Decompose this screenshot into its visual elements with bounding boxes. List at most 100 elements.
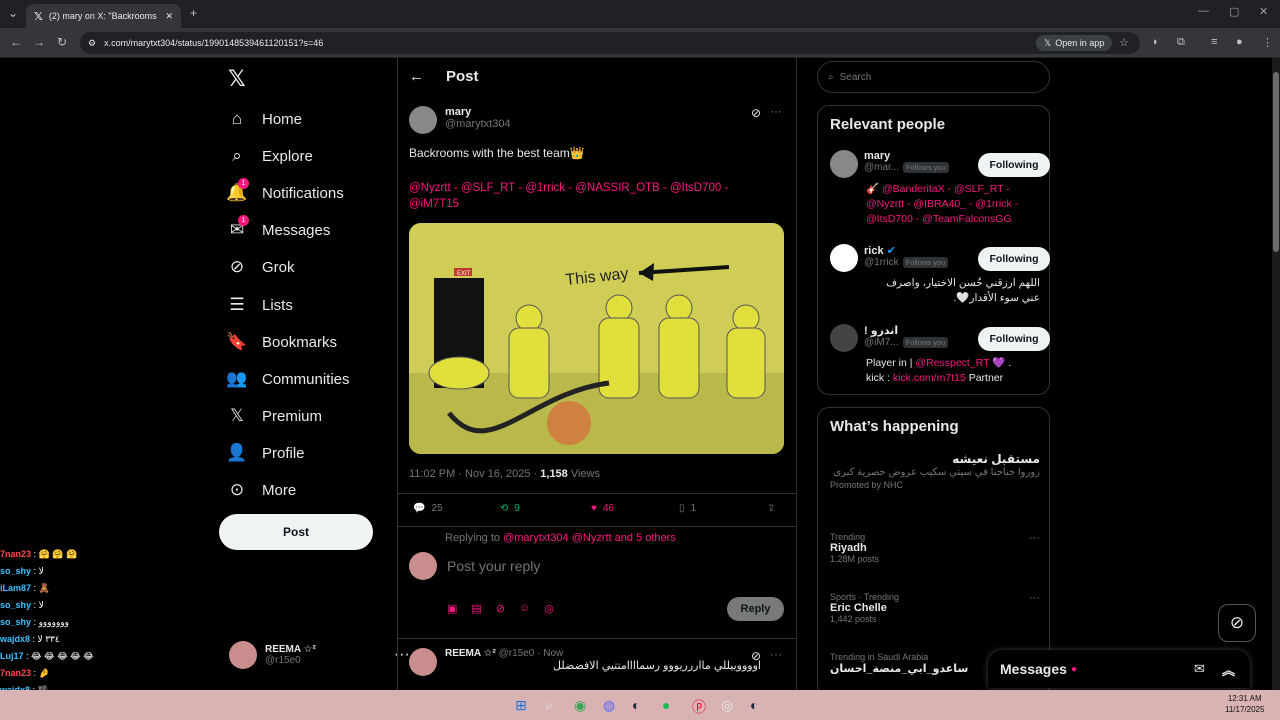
expand-icon[interactable]: ︽ (1222, 660, 1235, 679)
bio-link[interactable]: @Resspect_RT (915, 357, 989, 369)
nav-item-bookmarks[interactable]: 🔖 Bookmarks (226, 329, 337, 355)
steam-icon[interactable]: ◐ (750, 697, 758, 713)
promoted-trend[interactable]: مستقبل نعيشه زوروا جناحنا في سيتي سكيب ع… (830, 452, 1040, 490)
scrollbar-thumb[interactable] (1273, 72, 1279, 252)
back-icon[interactable]: ← (10, 35, 22, 49)
obs-icon[interactable]: ◎ (721, 697, 733, 714)
account-switcher[interactable]: REEMA ☆² @r15e0 ··· (229, 641, 410, 669)
person-handle[interactable]: @mar... (864, 162, 899, 173)
like-action[interactable]: ♥ 46 (591, 503, 614, 514)
new-message-icon[interactable]: ✉ (1194, 661, 1205, 677)
trend-item[interactable]: Trending Riyadh 1.28M posts ··· (830, 532, 1040, 564)
nav-item-more[interactable]: ⊙ More (226, 477, 296, 503)
emoji-icon[interactable]: ☺ (519, 602, 530, 615)
nav-item-home[interactable]: ⌂ Home (226, 106, 302, 132)
reply-post[interactable]: REEMA ☆² @r15e0 · Now اووووييللي مااررري… (409, 648, 761, 676)
scrollbar[interactable] (1272, 58, 1280, 690)
post-timestamp[interactable]: 11:02 PM · Nov 16, 2025 · (409, 468, 540, 480)
share-icon[interactable]: ⇪ (767, 503, 775, 514)
nav-item-messages[interactable]: ✉ 1 Messages (226, 215, 330, 243)
person-name[interactable]: ! اندرو (864, 324, 948, 337)
person-card[interactable]: rick ✔ @1rrick Follows you Following اللهم… (830, 244, 1050, 306)
nav-item-explore[interactable]: ⌕ Explore (226, 143, 313, 169)
reload-icon[interactable]: ↻ (57, 35, 67, 49)
avatar[interactable] (830, 324, 858, 352)
more-dots-icon[interactable]: ··· (1029, 592, 1040, 604)
more-dots-icon[interactable]: ··· (770, 104, 782, 118)
chrome-icon[interactable]: ◉ (574, 697, 586, 714)
bookmark-action[interactable]: ▯ 1 (679, 503, 696, 514)
profile-icon[interactable]: ● (1236, 36, 1243, 48)
discord-icon[interactable]: ◍ (603, 697, 615, 714)
reply-author[interactable]: REEMA ☆² (445, 648, 496, 659)
pinterest-icon[interactable]: ⓟ (692, 697, 706, 717)
reply-composer[interactable]: Post your reply (409, 552, 540, 580)
replying-to-users[interactable]: @marytxt304 @Nyzrtt and 5 others (503, 532, 676, 544)
reply-time[interactable]: · Now (537, 648, 563, 659)
post-button[interactable]: Post (219, 514, 373, 550)
site-info-icon[interactable]: ⚙ (88, 38, 96, 49)
person-handle[interactable]: @1rrick (864, 257, 899, 268)
person-name[interactable]: rick (864, 245, 884, 257)
person-name[interactable]: mary (864, 150, 949, 162)
author-handle[interactable]: @marytxt304 (445, 118, 511, 130)
person-card[interactable]: ! اندرو @iM7... Follows you Following Play… (830, 324, 1050, 386)
new-tab-icon[interactable]: + (190, 6, 197, 20)
post-mentions[interactable]: @Nyzrtt - @SLF_RT - @1rrick - @NASSIR_OT… (409, 180, 779, 212)
search-input[interactable]: ⌕ Search (817, 61, 1050, 93)
gif-icon[interactable]: ▤ (471, 602, 481, 615)
nav-item-premium[interactable]: 𝕏 Premium (226, 403, 322, 429)
reply-input[interactable]: Post your reply (447, 558, 540, 574)
avatar[interactable] (830, 244, 858, 272)
person-handle[interactable]: @iM7... (864, 337, 899, 348)
tab-search-icon[interactable]: ⌄ (8, 6, 18, 20)
close-window-icon[interactable]: ✕ (1259, 5, 1268, 18)
minimize-icon[interactable]: — (1198, 5, 1209, 17)
browser-tab[interactable]: 𝕏 (2) mary on X: "Backrooms with ✕ (26, 4, 181, 28)
puzzle-icon[interactable]: ⧉ (1177, 36, 1185, 49)
nav-item-lists[interactable]: ☰ Lists (226, 292, 292, 318)
messages-drawer[interactable]: Messages ● ✉ ︽ (988, 650, 1250, 688)
reply-handle[interactable]: @r15e0 (499, 648, 535, 659)
nav-item-notifications[interactable]: 🔔 1 Notifications (226, 178, 344, 206)
reply-action[interactable]: 💬 25 (413, 503, 443, 514)
open-in-app-button[interactable]: 𝕏 Open in app (1036, 35, 1113, 51)
post-author[interactable]: mary @marytxt304 (409, 106, 511, 134)
x-logo[interactable]: 𝕏 (228, 66, 246, 92)
image-icon[interactable]: ▣ (447, 602, 457, 615)
system-clock[interactable]: 12:31 AM 11/17/2025 (1225, 693, 1264, 715)
forward-icon[interactable]: → (33, 35, 45, 49)
repost-action[interactable]: ⟲ 9 (500, 503, 520, 514)
more-dots-icon[interactable]: ··· (770, 647, 782, 661)
extension-icon[interactable]: ◗ (1152, 36, 1159, 48)
restore-icon[interactable]: ▢ (1229, 5, 1239, 18)
steam-icon[interactable]: ◐ (632, 697, 640, 713)
following-button[interactable]: Following (978, 327, 1050, 351)
nav-item-profile[interactable]: 👤 Profile (226, 440, 304, 466)
nav-item-communities[interactable]: 👥 Communities (226, 366, 349, 392)
grok-icon[interactable]: ⊘ (751, 106, 761, 120)
back-arrow-icon[interactable]: ← (409, 68, 424, 85)
following-button[interactable]: Following (978, 247, 1050, 271)
start-icon[interactable]: ⊞ (515, 697, 527, 714)
person-card[interactable]: mary @mar... Follows you Following 🎸 @Band… (830, 150, 1050, 227)
author-name[interactable]: mary (445, 106, 511, 118)
more-dots-icon[interactable]: ··· (1029, 532, 1040, 544)
location-icon[interactable]: ◎ (544, 602, 554, 615)
person-bio[interactable]: @BanderitaX - @SLF_RT - @Nyzrtt - @IBRA4… (866, 183, 1018, 225)
avatar[interactable] (409, 106, 437, 134)
avatar[interactable] (409, 648, 437, 676)
star-icon[interactable]: ☆ (1119, 36, 1129, 49)
grok-icon[interactable]: ⊘ (751, 649, 761, 663)
media-icon[interactable]: ≡ (1211, 36, 1217, 48)
nav-item-grok[interactable]: ⊘ Grok (226, 254, 295, 280)
menu-icon[interactable]: ⋮ (1262, 36, 1273, 49)
tab-close-icon[interactable]: ✕ (165, 11, 173, 22)
grok-fab-icon[interactable]: ⊘ (1218, 604, 1256, 642)
trend-item[interactable]: Sports · Trending Eric Chelle 1,442 post… (830, 592, 1040, 624)
bio-link[interactable]: kick.com/m7t15 (893, 372, 966, 384)
reply-button[interactable]: Reply (727, 597, 784, 621)
search-icon[interactable]: ⌕ (545, 697, 553, 714)
grok-icon[interactable]: ⊘ (496, 602, 505, 615)
post-image[interactable]: EXIT This way (409, 223, 784, 454)
